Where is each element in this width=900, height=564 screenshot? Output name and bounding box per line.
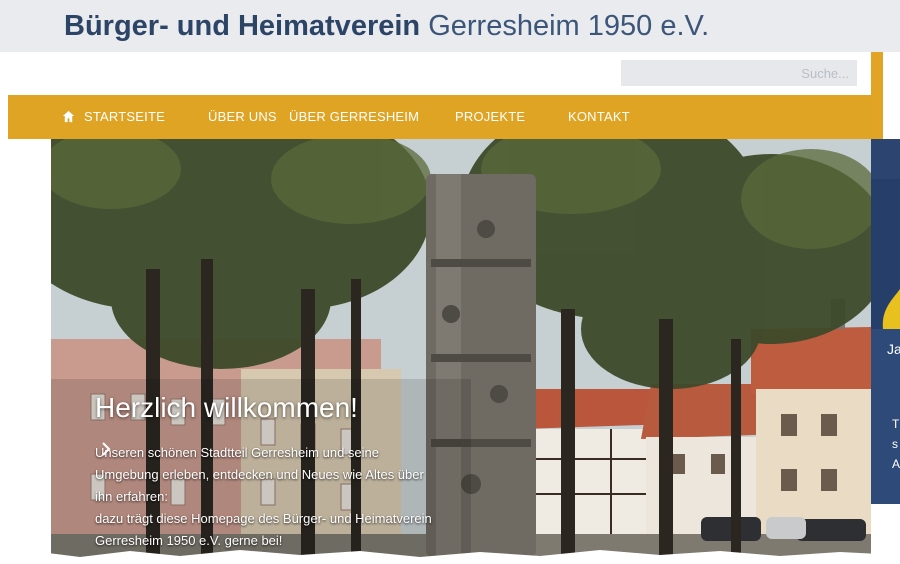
nav-item-startseite[interactable]: STARTSEITE	[62, 95, 165, 139]
sidebar-partial-image	[871, 179, 900, 329]
site-title-strong: Bürger- und Heimatverein	[64, 10, 421, 42]
sidebar-partial-box: Ja T s A	[871, 329, 900, 504]
sidebar-partial-text: A	[892, 457, 900, 471]
nav-item-ueber-uns[interactable]: ÜBER UNS	[208, 95, 277, 139]
hero-text-line: Unseren schönen Stadtteil Gerresheim und…	[95, 445, 379, 460]
hero-text-line: dazu trägt diese Homepage des Bürger- un…	[95, 511, 432, 526]
site-title[interactable]: Bürger- und Heimatverein Gerresheim 1950…	[64, 8, 709, 44]
sidebar-partial-text: s	[892, 437, 898, 451]
header-accent-strip	[871, 52, 883, 142]
nav-item-label: KONTAKT	[568, 109, 630, 124]
hero-slider[interactable]: Herzlich willkommen! Unseren schönen Sta…	[51, 139, 871, 557]
nav-item-label: ÜBER GERRESHEIM	[289, 109, 420, 124]
torn-edge-left	[0, 52, 7, 564]
nav-item-kontakt[interactable]: KONTAKT	[568, 95, 630, 139]
sidebar-partial-text: T	[892, 417, 900, 431]
site-title-light: Gerresheim 1950 e.V.	[428, 10, 710, 42]
nav-item-projekte[interactable]: PROJEKTE	[455, 95, 525, 139]
nav-item-label: ÜBER UNS	[208, 109, 277, 124]
main-nav: STARTSEITE ÜBER UNS ÜBER GERRESHEIM PROJ…	[8, 95, 871, 139]
nav-item-ueber-gerresheim[interactable]: ÜBER GERRESHEIM	[289, 95, 419, 139]
hero-text-line: Umgebung erleben, entdecken und Neues wi…	[95, 467, 424, 482]
hero-text-line: ihn erfahren:	[95, 489, 168, 504]
hero-text: Unseren schönen Stadtteil Gerresheim und…	[95, 442, 445, 552]
header-band: Bürger- und Heimatverein Gerresheim 1950…	[0, 0, 900, 52]
chevron-right-icon[interactable]	[101, 442, 111, 456]
home-icon	[62, 110, 75, 123]
hero-title: Herzlich willkommen!	[95, 392, 358, 423]
search-input[interactable]	[621, 60, 857, 86]
sidebar-partial-top	[871, 139, 900, 179]
nav-item-label: PROJEKTE	[455, 109, 526, 124]
torn-edge-bottom	[0, 550, 900, 564]
sidebar-partial: Ja T s A	[871, 139, 900, 564]
nav-item-label: STARTSEITE	[84, 109, 165, 124]
sidebar-partial-text: Ja	[887, 341, 900, 357]
